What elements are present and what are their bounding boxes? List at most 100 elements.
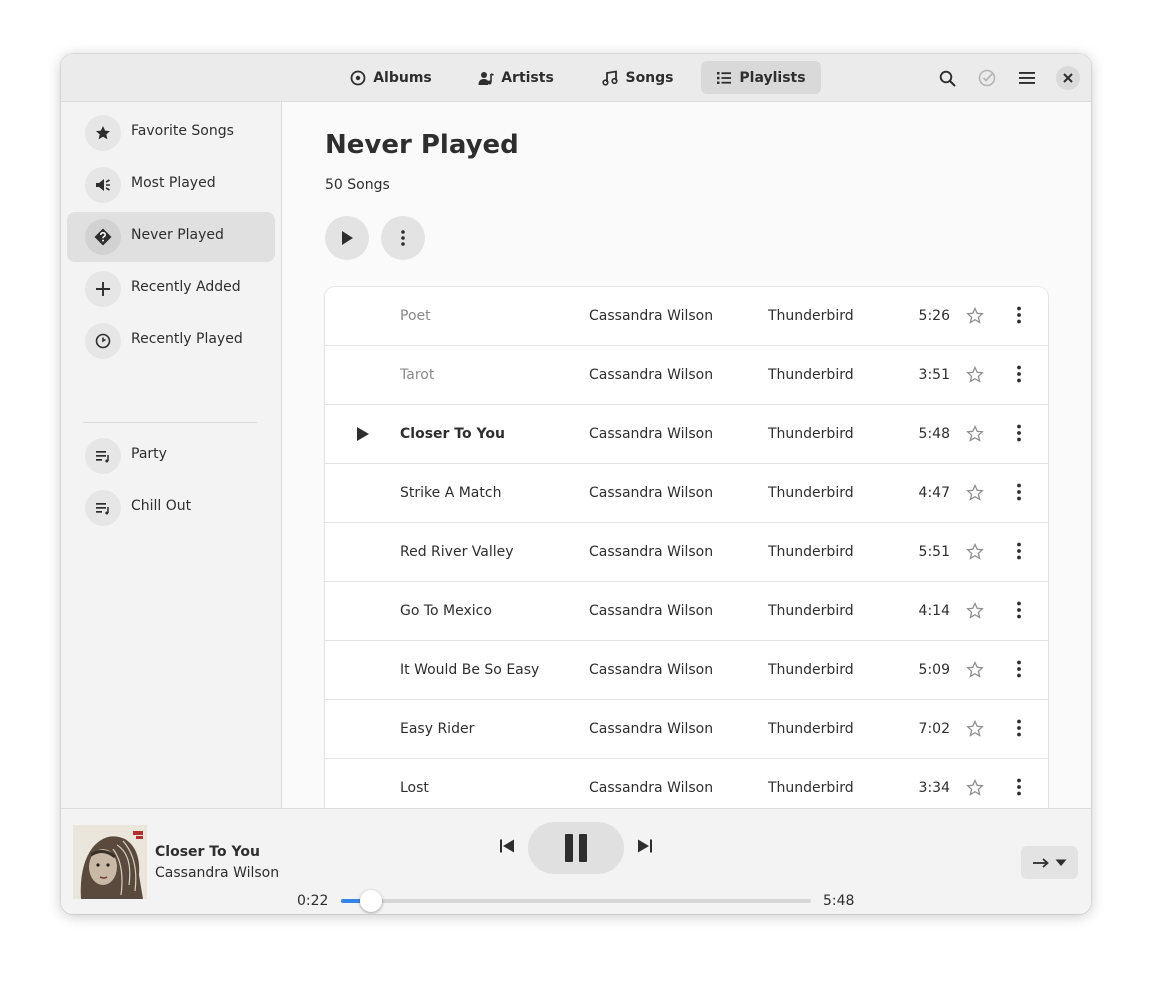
sidebar-item-recently-played[interactable]: Recently Played	[67, 316, 275, 366]
tab-artists[interactable]: Artists	[471, 61, 561, 94]
song-title: Closer To You	[400, 426, 505, 442]
tab-playlists-label: Playlists	[739, 69, 806, 86]
song-artist: Cassandra Wilson	[589, 603, 714, 619]
disc-icon	[350, 70, 366, 85]
playlist-options-button[interactable]	[381, 216, 425, 260]
tab-songs[interactable]: Songs	[594, 61, 682, 94]
table-row[interactable]: Red River Valley Cassandra Wilson Thunde…	[325, 523, 1048, 582]
playlist-sidebar: Favorite Songs Most Played Never Played …	[61, 102, 282, 808]
star-icon	[96, 126, 110, 140]
song-list: Poet Cassandra Wilson Thunderbird 5:26 T…	[325, 287, 1048, 808]
more-vertical-icon	[1017, 778, 1021, 796]
star-icon[interactable]	[966, 661, 984, 679]
song-artist: Cassandra Wilson	[589, 544, 714, 560]
table-row[interactable]: Strike A Match Cassandra Wilson Thunderb…	[325, 464, 1048, 523]
song-options-button[interactable]	[1009, 719, 1029, 739]
menu-icon	[1019, 72, 1035, 84]
more-vertical-icon	[1017, 601, 1021, 619]
table-row[interactable]: Poet Cassandra Wilson Thunderbird 5:26	[325, 287, 1048, 346]
star-icon[interactable]	[966, 779, 984, 797]
table-row[interactable]: Lost Cassandra Wilson Thunderbird 3:34	[325, 759, 1048, 808]
sidebar-item-never-played[interactable]: Never Played	[67, 212, 275, 262]
sidebar-item-favorite-songs[interactable]: Favorite Songs	[67, 108, 275, 158]
table-row[interactable]: Go To Mexico Cassandra Wilson Thunderbir…	[325, 582, 1048, 641]
playlist-icon	[96, 503, 109, 515]
tab-playlists[interactable]: Playlists	[701, 61, 821, 94]
sidebar-item-most-played[interactable]: Most Played	[67, 160, 275, 210]
star-icon[interactable]	[966, 425, 984, 443]
sidebar-separator	[83, 422, 257, 423]
skip-next-icon	[638, 839, 652, 853]
previous-button[interactable]	[495, 834, 519, 858]
more-vertical-icon	[1017, 483, 1021, 501]
song-artist: Cassandra Wilson	[589, 308, 714, 324]
now-playing-title: Closer To You	[155, 844, 260, 860]
music-note-icon	[602, 69, 619, 86]
table-row[interactable]: Closer To You Cassandra Wilson Thunderbi…	[325, 405, 1048, 464]
progress-slider[interactable]	[341, 890, 811, 912]
sidebar-icon-holder	[85, 115, 121, 151]
song-title: Go To Mexico	[400, 603, 492, 619]
star-icon[interactable]	[966, 307, 984, 325]
play-playlist-button[interactable]	[325, 216, 369, 260]
table-row[interactable]: Tarot Cassandra Wilson Thunderbird 3:51	[325, 346, 1048, 405]
sidebar-icon-holder	[85, 438, 121, 474]
more-vertical-icon	[1017, 365, 1021, 383]
clock-icon	[95, 333, 111, 349]
star-icon[interactable]	[966, 543, 984, 561]
next-button[interactable]	[633, 834, 657, 858]
song-duration: 5:26	[918, 308, 950, 324]
song-options-button[interactable]	[1009, 483, 1029, 503]
song-title: Tarot	[400, 367, 435, 383]
song-options-button[interactable]	[1009, 424, 1029, 444]
song-options-button[interactable]	[1009, 365, 1029, 385]
song-duration: 4:47	[918, 485, 950, 501]
more-vertical-icon	[1017, 719, 1021, 737]
pause-button[interactable]	[528, 822, 624, 874]
sidebar-item-party[interactable]: Party	[67, 431, 275, 481]
page-title: Never Played	[325, 130, 519, 160]
list-icon	[717, 71, 732, 84]
music-app-window: Albums Artists Songs Playlists Favorite …	[61, 54, 1091, 914]
repeat-mode-button[interactable]	[1021, 846, 1078, 879]
sidebar-item-chill-out[interactable]: Chill Out	[67, 483, 275, 533]
megaphone-icon	[96, 179, 110, 191]
table-row[interactable]: It Would Be So Easy Cassandra Wilson Thu…	[325, 641, 1048, 700]
sidebar-item-label: Most Played	[131, 175, 216, 191]
song-title: Red River Valley	[400, 544, 514, 560]
select-button[interactable]	[975, 66, 999, 90]
sidebar-item-recently-added[interactable]: Recently Added	[67, 264, 275, 314]
song-options-button[interactable]	[1009, 542, 1029, 562]
total-time: 5:48	[823, 893, 855, 909]
song-options-button[interactable]	[1009, 601, 1029, 621]
song-album: Thunderbird	[768, 426, 854, 442]
star-icon[interactable]	[966, 720, 984, 738]
song-title: Strike A Match	[400, 485, 502, 501]
progress-handle[interactable]	[359, 890, 382, 912]
select-check-icon	[978, 69, 996, 87]
song-options-button[interactable]	[1009, 660, 1029, 680]
playlist-view: Never Played 50 Songs Poet Cassandra Wil…	[282, 102, 1091, 808]
table-row[interactable]: Easy Rider Cassandra Wilson Thunderbird …	[325, 700, 1048, 759]
sidebar-icon-holder	[85, 219, 121, 255]
song-duration: 3:34	[918, 780, 950, 796]
song-count: 50 Songs	[325, 177, 390, 193]
album-cover[interactable]	[73, 825, 147, 899]
star-icon[interactable]	[966, 366, 984, 384]
elapsed-time: 0:22	[297, 893, 329, 909]
song-options-button[interactable]	[1009, 778, 1029, 798]
sidebar-item-label: Chill Out	[131, 498, 192, 514]
close-button[interactable]	[1056, 66, 1080, 90]
star-icon[interactable]	[966, 602, 984, 620]
tab-albums[interactable]: Albums	[344, 61, 438, 94]
more-vertical-icon	[1017, 424, 1021, 442]
star-icon[interactable]	[966, 484, 984, 502]
search-button[interactable]	[935, 66, 959, 90]
tab-albums-label: Albums	[373, 69, 432, 86]
song-duration: 5:51	[918, 544, 950, 560]
song-title: Easy Rider	[400, 721, 475, 737]
main-menu-button[interactable]	[1015, 66, 1039, 90]
song-options-button[interactable]	[1009, 306, 1029, 326]
song-artist: Cassandra Wilson	[589, 721, 714, 737]
song-title: Poet	[400, 308, 431, 324]
